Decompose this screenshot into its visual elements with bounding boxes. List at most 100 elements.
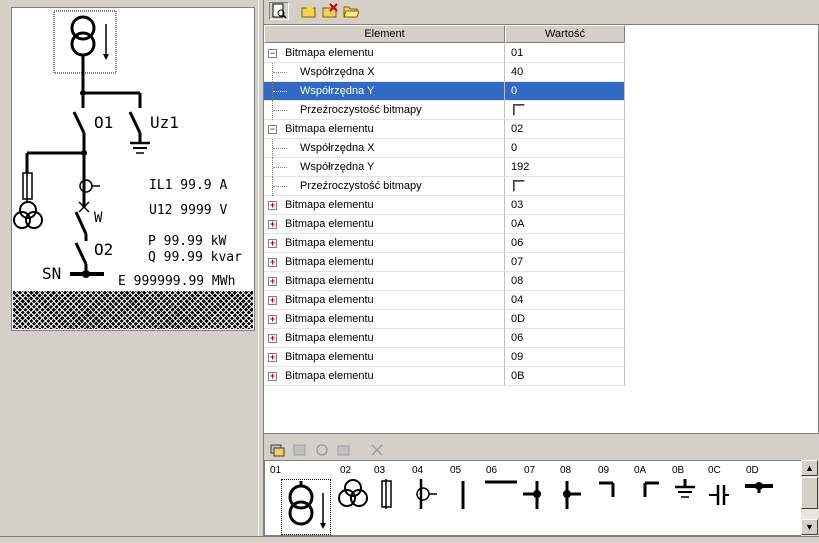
grid-row[interactable]: + Bitmapa elementu 06	[264, 234, 626, 253]
palette-item[interactable]: 01	[267, 461, 333, 535]
expand-icon[interactable]: +	[268, 353, 277, 362]
value-cell[interactable]: 0B	[505, 367, 625, 386]
value-cell[interactable]	[505, 177, 625, 196]
expand-icon[interactable]: +	[268, 258, 277, 267]
grid-row[interactable]: + Bitmapa elementu 0A	[264, 215, 626, 234]
collapse-icon[interactable]: −	[268, 125, 277, 134]
palette-scrollbar[interactable]: ▲ ▼	[801, 460, 818, 536]
palette-item[interactable]: 06	[483, 461, 519, 535]
scroll-thumb[interactable]	[801, 477, 818, 509]
value-cell[interactable]: 03	[505, 196, 625, 215]
transparency-checkbox[interactable]	[513, 180, 525, 192]
value-cell[interactable]: 08	[505, 272, 625, 291]
value-cell[interactable]: 07	[505, 253, 625, 272]
value-cell[interactable]	[505, 101, 625, 120]
element-cell[interactable]: Współrzędna X	[264, 139, 505, 158]
transparency-checkbox[interactable]	[513, 104, 525, 116]
expand-icon[interactable]: +	[268, 334, 277, 343]
grid-row[interactable]: Współrzędna X 40	[264, 63, 626, 82]
grid-row[interactable]: + Bitmapa elementu 0B	[264, 367, 626, 386]
value-cell[interactable]: 02	[505, 120, 625, 139]
grid-row[interactable]: Współrzędna Y 192	[264, 158, 626, 177]
palette-item[interactable]: 09	[595, 461, 629, 535]
open-button[interactable]	[341, 2, 361, 20]
column-header-element[interactable]: Element	[264, 25, 505, 43]
value-cell[interactable]: 06	[505, 234, 625, 253]
schematic-preview[interactable]: O1 Uz1 IL1 99.9 A U12 9999 V W O2 P 99.9…	[11, 7, 255, 331]
expand-icon[interactable]: +	[268, 239, 277, 248]
grid-row[interactable]: Przeźroczystość bitmapy	[264, 101, 626, 120]
grid-row[interactable]: + Bitmapa elementu 0D	[264, 310, 626, 329]
element-cell[interactable]: + Bitmapa elementu	[264, 329, 505, 348]
value-cell[interactable]: 09	[505, 348, 625, 367]
scroll-up-button[interactable]: ▲	[801, 460, 818, 476]
grid-row[interactable]: Współrzędna Y 0	[264, 82, 626, 101]
element-cell[interactable]: + Bitmapa elementu	[264, 291, 505, 310]
expand-icon[interactable]: +	[268, 201, 277, 210]
element-cell[interactable]: + Bitmapa elementu	[264, 196, 505, 215]
expand-icon[interactable]: +	[268, 277, 277, 286]
element-cell[interactable]: Współrzędna X	[264, 63, 505, 82]
expand-icon[interactable]: +	[268, 372, 277, 381]
preview-button[interactable]	[269, 2, 289, 20]
element-cell[interactable]: Przeźroczystość bitmapy	[264, 177, 505, 196]
cross-junction-icon	[563, 481, 581, 509]
column-header-value[interactable]: Wartość	[505, 25, 625, 43]
remove-button[interactable]	[367, 441, 387, 459]
palette-item[interactable]: 08	[557, 461, 593, 535]
element-cell[interactable]: Współrzędna Y	[264, 158, 505, 177]
element-cell[interactable]: + Bitmapa elementu	[264, 310, 505, 329]
grid-row[interactable]: + Bitmapa elementu 08	[264, 272, 626, 291]
expand-icon[interactable]: +	[268, 296, 277, 305]
palette-item[interactable]: 0A	[631, 461, 667, 535]
value-cell[interactable]: 0D	[505, 310, 625, 329]
scroll-down-button[interactable]: ▼	[801, 519, 818, 535]
paste-button[interactable]	[334, 441, 354, 459]
element-cell[interactable]: + Bitmapa elementu	[264, 215, 505, 234]
grid-row[interactable]: Współrzędna X 0	[264, 139, 626, 158]
palette-item[interactable]: 04	[409, 461, 445, 535]
grid-row[interactable]: Przeźroczystość bitmapy	[264, 177, 626, 196]
new-button[interactable]	[299, 2, 319, 20]
grid-row[interactable]: − Bitmapa elementu 01	[264, 44, 626, 63]
grid-row[interactable]: + Bitmapa elementu 06	[264, 329, 626, 348]
element-cell[interactable]: + Bitmapa elementu	[264, 367, 505, 386]
palette-item[interactable]: 03	[371, 461, 407, 535]
value-cell[interactable]: 04	[505, 291, 625, 310]
grid-row[interactable]: + Bitmapa elementu 09	[264, 348, 626, 367]
expand-icon[interactable]: +	[268, 220, 277, 229]
element-cell[interactable]: + Bitmapa elementu	[264, 348, 505, 367]
value-cell[interactable]: 192	[505, 158, 625, 177]
palette-item[interactable]: 05	[447, 461, 481, 535]
expand-icon[interactable]: +	[268, 315, 277, 324]
delete-button[interactable]	[320, 2, 340, 20]
element-cell[interactable]: Przeźroczystość bitmapy	[264, 101, 505, 120]
element-cell[interactable]: + Bitmapa elementu	[264, 253, 505, 272]
grid-row[interactable]: + Bitmapa elementu 03	[264, 196, 626, 215]
grid-row[interactable]: − Bitmapa elementu 02	[264, 120, 626, 139]
collapse-icon[interactable]: −	[268, 49, 277, 58]
grid-row[interactable]: + Bitmapa elementu 07	[264, 253, 626, 272]
value-cell[interactable]: 0A	[505, 215, 625, 234]
palette-item[interactable]: 0B	[669, 461, 703, 535]
copy-button[interactable]	[290, 441, 310, 459]
value-cell[interactable]: 40	[505, 63, 625, 82]
palette-item[interactable]: 02	[337, 461, 369, 535]
refresh-button[interactable]	[312, 441, 332, 459]
grid-row[interactable]: + Bitmapa elementu 04	[264, 291, 626, 310]
element-cell[interactable]: + Bitmapa elementu	[264, 234, 505, 253]
element-cell[interactable]: − Bitmapa elementu	[264, 44, 505, 63]
element-cell[interactable]: + Bitmapa elementu	[264, 272, 505, 291]
element-cell[interactable]: Współrzędna Y	[264, 82, 505, 101]
palette-item[interactable]: 07	[521, 461, 555, 535]
value-cell[interactable]: 0	[505, 139, 625, 158]
property-grid[interactable]: Element Wartość − Bitmapa elementu 01 Współ…	[263, 24, 819, 434]
element-cell[interactable]: − Bitmapa elementu	[264, 120, 505, 139]
value-cell[interactable]: 0	[505, 82, 625, 101]
add-layer-button[interactable]	[268, 441, 288, 459]
bitmap-palette[interactable]: 01 02 03 04 05 06 07 08 09 0A 0B 0C 0D	[264, 460, 817, 536]
palette-item[interactable]: 0C	[705, 461, 741, 535]
value-cell[interactable]: 06	[505, 329, 625, 348]
value-cell[interactable]: 01	[505, 44, 625, 63]
palette-item[interactable]: 0D	[743, 461, 777, 535]
